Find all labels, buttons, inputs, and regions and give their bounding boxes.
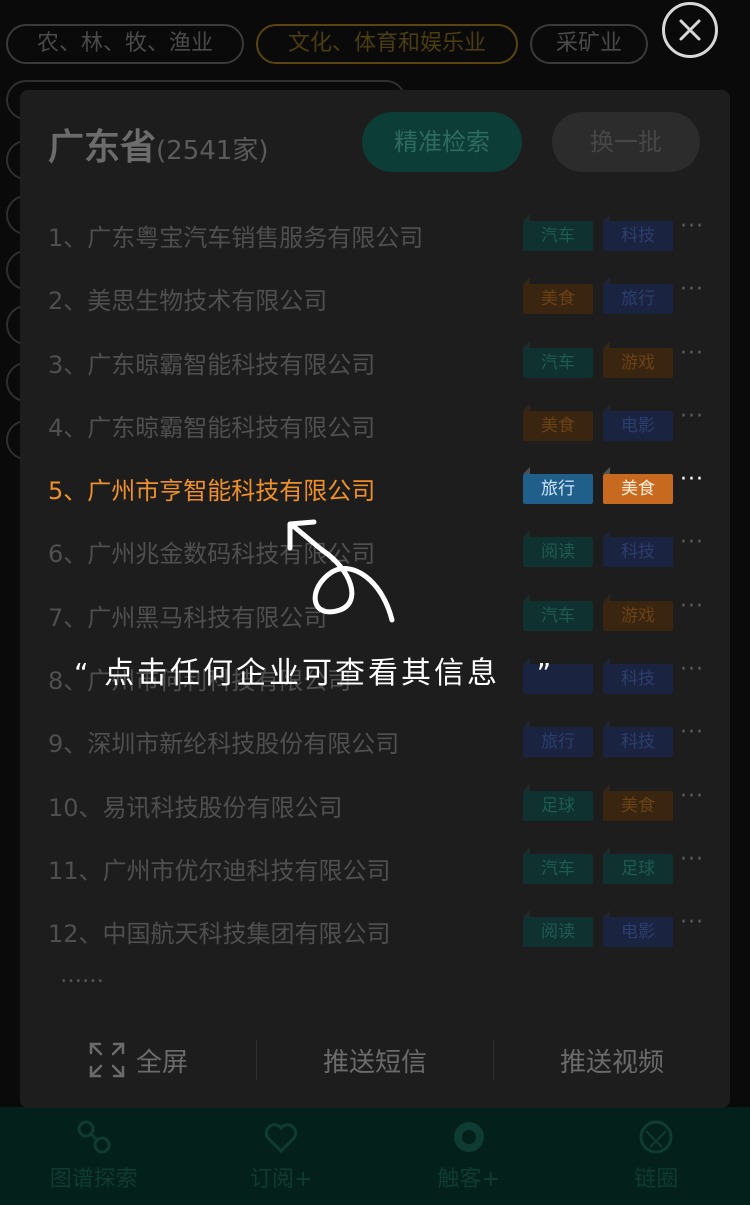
company-row[interactable]: 11、广州市优尔迪科技有限公司 汽车 足球 ··· — [20, 837, 730, 900]
company-tag: 足球 — [523, 783, 593, 821]
company-row[interactable]: 3、广东晾霸智能科技有限公司 汽车 游戏 ··· — [20, 331, 730, 394]
more-options-icon[interactable]: ··· — [680, 530, 704, 555]
close-quote: ” — [536, 657, 555, 690]
nav-label: 触客+ — [437, 1167, 500, 1192]
more-options-icon[interactable]: ··· — [680, 341, 704, 366]
company-tag: 游戏 — [603, 593, 673, 631]
target-icon — [449, 1117, 489, 1157]
curved-arrow-icon — [287, 519, 395, 623]
company-row[interactable]: 4、广东晾霸智能科技有限公司 美食 电影 ··· — [20, 394, 730, 457]
company-tag: 阅读 — [523, 910, 593, 948]
fullscreen-label: 全屏 — [135, 1047, 188, 1078]
list-ellipsis: …… — [60, 963, 104, 988]
company-tag: 电影 — [603, 403, 673, 441]
more-options-icon[interactable]: ··· — [680, 404, 704, 429]
nav-label: 订阅+ — [250, 1167, 313, 1192]
company-tag: 科技 — [603, 657, 673, 695]
company-tag: 游戏 — [603, 340, 673, 378]
more-options-icon[interactable]: ··· — [680, 910, 704, 935]
company-tag: 科技 — [603, 530, 673, 568]
company-tag: 旅行 — [523, 720, 593, 758]
industry-tag-agriculture[interactable]: 农、林、牧、渔业 — [6, 24, 244, 64]
heart-plus-icon — [261, 1117, 301, 1157]
company-tag: 美食 — [603, 467, 673, 505]
nav-reach[interactable]: 触客+ — [375, 1107, 563, 1205]
company-tag: 汽车 — [523, 340, 593, 378]
company-tag: 电影 — [603, 910, 673, 948]
company-tag: 旅行 — [603, 277, 673, 315]
nav-graph-explore[interactable]: 图谱探索 — [0, 1107, 188, 1205]
hint-text: 点击任何企业可查看其信息 — [104, 656, 501, 691]
company-name: 12、中国航天科技集团有限公司 — [48, 920, 391, 949]
company-tag: 旅行 — [523, 467, 593, 505]
more-options-icon[interactable]: ··· — [680, 847, 704, 872]
refresh-batch-button[interactable]: 换一批 — [552, 112, 700, 172]
company-row[interactable]: 12、中国航天科技集团有限公司 阅读 电影 ··· — [20, 900, 730, 963]
company-name: 1、广东粤宝汽车销售服务有限公司 — [48, 224, 424, 252]
push-video-label: 推送视频 — [559, 1047, 664, 1078]
company-tag: 足球 — [603, 846, 673, 884]
company-tag: 美食 — [523, 277, 593, 315]
graph-icon — [74, 1117, 114, 1157]
industry-tag-culture[interactable]: 文化、体育和娱乐业 — [256, 24, 518, 64]
push-sms-button[interactable]: 推送短信 — [257, 1030, 493, 1090]
expand-icon — [89, 1042, 125, 1078]
more-options-icon[interactable]: ··· — [680, 277, 704, 302]
precise-search-button[interactable]: 精准检索 — [362, 112, 522, 172]
company-name: 5、广州市亨智能科技有限公司 — [48, 477, 376, 506]
company-tag: 汽车 — [523, 593, 593, 631]
company-name: 11、广州市优尔迪科技有限公司 — [48, 856, 391, 885]
bottom-nav: 图谱探索 订阅+ 触客+ 链圈 — [0, 1107, 750, 1205]
push-sms-label: 推送短信 — [322, 1047, 427, 1078]
company-tag: 汽车 — [523, 846, 593, 884]
company-tag: 科技 — [603, 214, 673, 251]
company-name: 9、深圳市新纶科技股份有限公司 — [48, 730, 400, 759]
province-title: 广东省(2541家) — [48, 118, 268, 170]
company-count: (2541家) — [156, 136, 269, 166]
company-name: 10、易讯科技股份有限公司 — [48, 793, 343, 822]
panel-footer: 全屏 推送短信 推送视频 — [20, 1030, 730, 1090]
push-video-button[interactable]: 推送视频 — [494, 1030, 730, 1090]
company-name: 3、广东晾霸智能科技有限公司 — [48, 350, 376, 379]
industry-filter-bar: 农、林、牧、渔业 文化、体育和娱乐业 采矿业 — [0, 0, 750, 80]
industry-tag-mining[interactable]: 采矿业 — [530, 24, 648, 64]
nav-subscribe[interactable]: 订阅+ — [188, 1107, 376, 1205]
company-tag: 阅读 — [523, 530, 593, 568]
more-options-icon[interactable]: ··· — [680, 720, 704, 745]
fullscreen-button[interactable]: 全屏 — [20, 1030, 256, 1090]
nav-circle[interactable]: 链圈 — [563, 1107, 750, 1205]
company-row[interactable]: 1、广东粤宝汽车销售服务有限公司 汽车 科技 ··· — [20, 204, 730, 267]
company-tag: 汽车 — [523, 214, 593, 251]
panel-header: 广东省(2541家) 精准检索 换一批 — [48, 112, 702, 182]
tutorial-hint: “ 点击任何企业可查看其信息 ” — [74, 648, 554, 692]
company-name: 4、广东晾霸智能科技有限公司 — [48, 413, 376, 442]
nav-label: 链圈 — [634, 1167, 679, 1192]
company-tag: 美食 — [603, 783, 673, 821]
more-options-icon[interactable]: ··· — [680, 214, 704, 239]
aperture-icon — [636, 1117, 676, 1157]
company-row[interactable]: 10、易讯科技股份有限公司 足球 美食 ··· — [20, 774, 730, 837]
company-row[interactable]: 2、美思生物技术有限公司 美食 旅行 ··· — [20, 267, 730, 330]
open-quote: “ — [74, 657, 92, 690]
company-name: 2、美思生物技术有限公司 — [48, 287, 328, 316]
company-row[interactable]: 9、深圳市新纶科技股份有限公司 旅行 科技 ··· — [20, 710, 730, 773]
more-options-icon[interactable]: ··· — [680, 657, 704, 682]
more-options-icon[interactable]: ··· — [680, 467, 704, 492]
company-tag: 科技 — [603, 720, 673, 758]
close-button[interactable] — [662, 2, 718, 58]
province-name: 广东省 — [48, 127, 157, 168]
more-options-icon[interactable]: ··· — [680, 594, 704, 619]
more-options-icon[interactable]: ··· — [680, 784, 704, 809]
nav-label: 图谱探索 — [49, 1167, 138, 1192]
company-tag: 美食 — [523, 403, 593, 441]
close-icon — [679, 19, 701, 41]
